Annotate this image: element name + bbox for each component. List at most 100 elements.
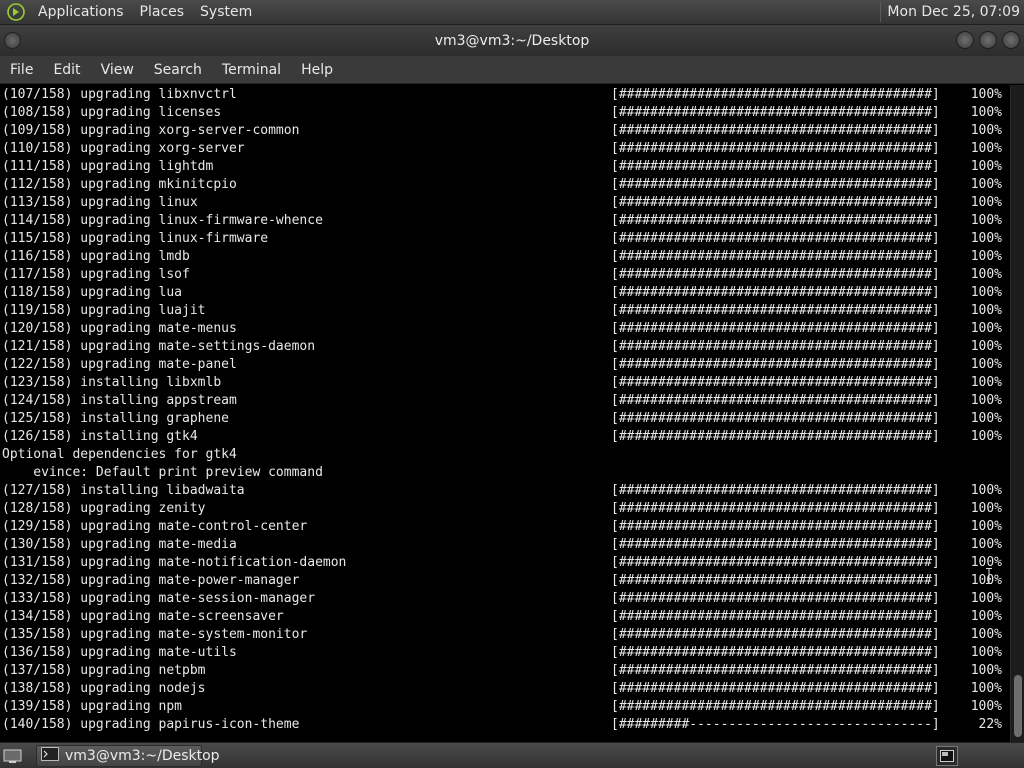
progress-percent: 100%	[970, 663, 1002, 678]
progress-bar-text: [#######################################…	[611, 645, 940, 660]
progress-bar-text: [#######################################…	[611, 321, 940, 336]
terminal-line: (135/158) upgrading mate-system-monitor […	[0, 626, 1010, 644]
progress-percent: 100%	[970, 267, 1002, 282]
terminal-line-text: (128/158) upgrading zenity	[2, 501, 206, 516]
taskbar-window-label: vm3@vm3:~/Desktop	[65, 747, 220, 764]
progress-bar-text: [#######################################…	[611, 429, 940, 444]
terminal-output[interactable]: (107/158) upgrading libxnvctrl [#########…	[0, 85, 1010, 742]
terminal-line-text: (124/158) installing appstream	[2, 393, 237, 408]
terminal-line: (132/158) upgrading mate-power-manager [#…	[0, 572, 1010, 590]
panel-separator	[880, 2, 882, 22]
terminal-line: (117/158) upgrading lsof [###############…	[0, 266, 1010, 284]
terminal-line: (127/158) installing libadwaita [########…	[0, 482, 1010, 500]
terminal-line: (139/158) upgrading npm [################…	[0, 698, 1010, 716]
terminal-line: Optional dependencies for gtk4	[0, 446, 1010, 464]
progress-percent: 100%	[970, 501, 1002, 516]
terminal-line: (120/158) upgrading mate-menus [#########…	[0, 320, 1010, 338]
progress-bar-text: [#######################################…	[611, 483, 940, 498]
terminal-line-text: (114/158) upgrading linux-firmware-whenc…	[2, 213, 323, 228]
terminal-line-text: (139/158) upgrading npm	[2, 699, 183, 714]
show-desktop-icon[interactable]	[2, 747, 24, 765]
maximize-button[interactable]	[979, 31, 997, 49]
progress-percent: 100%	[970, 213, 1002, 228]
terminal-line: (133/158) upgrading mate-session-manager…	[0, 590, 1010, 608]
window-titlebar[interactable]: vm3@vm3:~/Desktop	[0, 25, 1024, 56]
progress-bar-text: [#######################################…	[611, 357, 940, 372]
terminal-line: (114/158) upgrading linux-firmware-whenc…	[0, 212, 1010, 230]
minimize-button[interactable]	[956, 31, 974, 49]
terminal-line: (108/158) upgrading licenses [###########…	[0, 104, 1010, 122]
workspace-switcher-icon[interactable]	[936, 745, 958, 766]
progress-percent: 100%	[970, 591, 1002, 606]
menu-edit[interactable]: Edit	[45, 56, 88, 84]
terminal-line: (110/158) upgrading xorg-server [########…	[0, 140, 1010, 158]
terminal-line: (113/158) upgrading linux [##############…	[0, 194, 1010, 212]
terminal-line: (130/158) upgrading mate-media [#########…	[0, 536, 1010, 554]
progress-bar-text: [#######################################…	[611, 339, 940, 354]
progress-percent: 100%	[970, 159, 1002, 174]
terminal-line-text: (132/158) upgrading mate-power-manager	[2, 573, 300, 588]
window-menu-button[interactable]	[4, 32, 21, 49]
progress-bar-text: [#######################################…	[611, 195, 940, 210]
terminal-line: (107/158) upgrading libxnvctrl [#########…	[0, 86, 1010, 104]
progress-bar-text: [#######################################…	[611, 249, 940, 264]
menu-view[interactable]: View	[93, 56, 142, 84]
progress-bar-text: [#######################################…	[611, 555, 940, 570]
progress-percent: 100%	[970, 123, 1002, 138]
progress-percent: 100%	[970, 393, 1002, 408]
terminal-line-text: (123/158) installing libxmlb	[2, 375, 222, 390]
close-button[interactable]	[1002, 31, 1020, 49]
terminal-line-text: (134/158) upgrading mate-screensaver	[2, 609, 284, 624]
progress-percent: 100%	[970, 195, 1002, 210]
terminal-line-text: (122/158) upgrading mate-panel	[2, 357, 237, 372]
progress-percent: 100%	[970, 519, 1002, 534]
clock[interactable]: Mon Dec 25, 07:09	[887, 0, 1024, 25]
menu-search[interactable]: Search	[146, 56, 210, 84]
terminal-line-text: (135/158) upgrading mate-system-monitor	[2, 627, 308, 642]
terminal-line-text: (112/158) upgrading mkinitcpio	[2, 177, 237, 192]
terminal-line-text: (118/158) upgrading lua	[2, 285, 183, 300]
progress-bar-text: [#######################################…	[611, 159, 940, 174]
progress-percent: 100%	[970, 321, 1002, 336]
terminal-line: (125/158) installing graphene [##########…	[0, 410, 1010, 428]
progress-percent: 100%	[970, 231, 1002, 246]
terminal-line-text: (127/158) installing libadwaita	[2, 483, 245, 498]
ibeam-cursor-icon	[986, 568, 992, 584]
menu-applications[interactable]: Applications	[30, 0, 132, 25]
terminal-line-text: (115/158) upgrading linux-firmware	[2, 231, 269, 246]
progress-bar-text: [#######################################…	[611, 141, 940, 156]
menu-help[interactable]: Help	[293, 56, 341, 84]
menu-system[interactable]: System	[192, 0, 260, 25]
progress-bar-text: [#######################################…	[611, 123, 940, 138]
progress-bar-text: [#######################################…	[611, 537, 940, 552]
terminal-line-text: (113/158) upgrading linux	[2, 195, 198, 210]
progress-percent: 100%	[970, 645, 1002, 660]
progress-percent: 100%	[970, 411, 1002, 426]
terminal-line-text: (130/158) upgrading mate-media	[2, 537, 237, 552]
terminal-line-text: (108/158) upgrading licenses	[2, 105, 222, 120]
terminal-line-text: (109/158) upgrading xorg-server-common	[2, 123, 300, 138]
terminal-line-text: Optional dependencies for gtk4	[2, 447, 237, 462]
terminal-line: (116/158) upgrading lmdb [###############…	[0, 248, 1010, 266]
progress-percent: 100%	[970, 303, 1002, 318]
terminal-line-text: (110/158) upgrading xorg-server	[2, 141, 245, 156]
terminal-line: (115/158) upgrading linux-firmware [#####…	[0, 230, 1010, 248]
menu-places[interactable]: Places	[132, 0, 193, 25]
taskbar-window-button[interactable]: vm3@vm3:~/Desktop	[36, 744, 220, 767]
progress-percent: 100%	[970, 429, 1002, 444]
terminal-line-text: (133/158) upgrading mate-session-manager	[2, 591, 316, 606]
terminal-line-text: (137/158) upgrading netpbm	[2, 663, 206, 678]
progress-bar-text: [#######################################…	[611, 699, 940, 714]
progress-percent: 100%	[970, 609, 1002, 624]
terminal-scrollbar[interactable]	[1010, 85, 1024, 742]
terminal-line-text: (138/158) upgrading nodejs	[2, 681, 206, 696]
progress-percent: 22%	[978, 717, 1002, 732]
mate-logo-icon[interactable]	[6, 2, 26, 22]
progress-percent: 100%	[970, 483, 1002, 498]
window-title: vm3@vm3:~/Desktop	[434, 32, 590, 49]
menu-terminal[interactable]: Terminal	[214, 56, 289, 84]
menu-file[interactable]: File	[2, 56, 41, 84]
scrollbar-thumb[interactable]	[1014, 675, 1022, 737]
terminal-line-text: (140/158) upgrading papirus-icon-theme	[2, 717, 300, 732]
progress-bar-text: [#######################################…	[611, 303, 940, 318]
